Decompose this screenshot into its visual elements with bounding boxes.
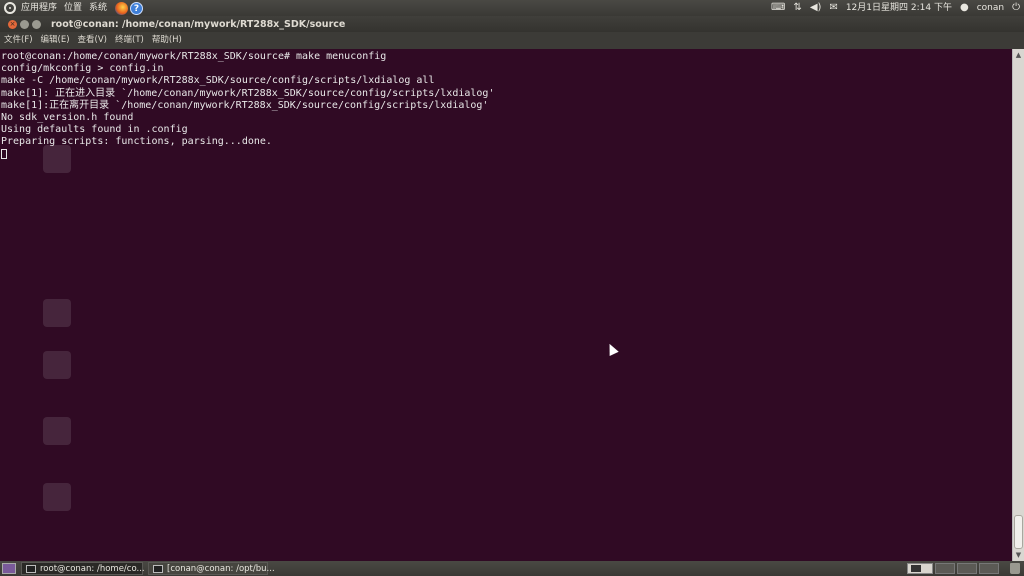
taskbar-item-label: root@conan: /home/co... xyxy=(40,563,145,574)
taskbar-item-label: [conan@conan: /opt/bu... xyxy=(167,563,275,574)
trash-icon[interactable] xyxy=(1010,563,1020,574)
ghost-desktop-icon xyxy=(22,417,92,448)
menu-edit[interactable]: 编辑(E) xyxy=(37,32,74,49)
scroll-down-icon[interactable]: ▼ xyxy=(1014,550,1023,560)
workspace-window-preview xyxy=(911,565,921,572)
menu-system[interactable]: 系统 xyxy=(87,0,112,16)
terminal-scrollbar[interactable]: ▲ ▼ xyxy=(1012,49,1024,561)
menu-file[interactable]: 文件(F) xyxy=(0,32,37,49)
terminal-line: config/mkconfig > config.in xyxy=(1,63,164,75)
terminal-icon xyxy=(153,564,163,573)
terminal-menubar: 文件(F) 编辑(E) 查看(V) 终端(T) 帮助(H) xyxy=(0,32,1024,49)
clock[interactable]: 12月1日星期四 2:14 下午 xyxy=(846,0,952,16)
user-icon: ● xyxy=(959,2,969,13)
menu-applications[interactable]: 应用程序 xyxy=(19,0,62,16)
terminal-output: root@conan:/home/conan/mywork/RT288x_SDK… xyxy=(0,49,1012,163)
terminal-line: Preparing scripts: functions, parsing...… xyxy=(1,136,272,148)
maximize-icon[interactable] xyxy=(32,19,41,29)
terminal-line: root@conan:/home/conan/mywork/RT288x_SDK… xyxy=(1,51,387,62)
system-tray: ⌨ ⇅ ◀) ✉ 12月1日星期四 2:14 下午 ● conan ⏻ xyxy=(767,0,1024,16)
bottom-panel: root@conan: /home/co... [conan@conan: /o… xyxy=(0,561,1024,576)
workspace-1[interactable] xyxy=(907,563,933,574)
scrollbar-thumb[interactable] xyxy=(1014,515,1023,549)
terminal-line: make -C /home/conan/mywork/RT288x_SDK/so… xyxy=(1,75,435,87)
menu-help[interactable]: 帮助(H) xyxy=(148,32,186,49)
firefox-icon[interactable] xyxy=(115,1,129,15)
window-title: root@conan: /home/conan/mywork/RT288x_SD… xyxy=(51,18,346,30)
taskbar-item-terminal-1[interactable]: root@conan: /home/co... xyxy=(21,562,145,575)
menu-places[interactable]: 位置 xyxy=(62,0,87,16)
menu-view[interactable]: 查看(V) xyxy=(74,32,111,49)
terminal-area[interactable]: root@conan:/home/conan/mywork/RT288x_SDK… xyxy=(0,49,1012,561)
scroll-up-icon[interactable]: ▲ xyxy=(1014,50,1023,60)
network-icon[interactable]: ⇅ xyxy=(793,0,801,16)
ghost-desktop-icon xyxy=(22,145,92,176)
top-panel: 应用程序 位置 系统 ? ⌨ ⇅ ◀) ✉ 12月1日星期四 2:14 下午 ●… xyxy=(0,0,1024,16)
power-icon[interactable]: ⏻ xyxy=(1012,0,1020,16)
close-icon[interactable]: × xyxy=(8,19,17,29)
prompt-line[interactable] xyxy=(1,148,1011,161)
keyboard-icon[interactable]: ⌨ xyxy=(771,0,785,16)
window-titlebar[interactable]: × root@conan: /home/conan/mywork/RT288x_… xyxy=(0,16,1024,32)
ghost-desktop-icon xyxy=(22,351,92,382)
ubuntu-logo-icon[interactable] xyxy=(4,2,16,14)
show-desktop-icon[interactable] xyxy=(2,563,16,574)
help-icon[interactable]: ? xyxy=(130,1,144,15)
terminal-icon xyxy=(26,564,36,573)
ghost-desktop-icon xyxy=(22,299,92,330)
workspace-2[interactable] xyxy=(935,563,955,574)
taskbar-item-terminal-2[interactable]: [conan@conan: /opt/bu... xyxy=(148,562,275,575)
volume-icon[interactable]: ◀) xyxy=(810,0,822,16)
mail-icon[interactable]: ✉ xyxy=(829,0,837,16)
user-menu[interactable]: conan xyxy=(977,0,1004,16)
terminal-line: Using defaults found in .config xyxy=(1,124,188,136)
menu-terminal[interactable]: 终端(T) xyxy=(111,32,148,49)
terminal-line: make[1]:正在离开目录 `/home/conan/mywork/RT288… xyxy=(1,99,489,111)
text-cursor xyxy=(1,148,7,159)
ghost-desktop-icon xyxy=(22,483,92,514)
minimize-icon[interactable] xyxy=(20,19,29,29)
terminal-line: No sdk_version.h found xyxy=(1,111,134,123)
workspace-3[interactable] xyxy=(957,563,977,574)
terminal-line: make[1]: 正在进入目录 `/home/conan/mywork/RT28… xyxy=(1,87,495,99)
workspace-4[interactable] xyxy=(979,563,999,574)
